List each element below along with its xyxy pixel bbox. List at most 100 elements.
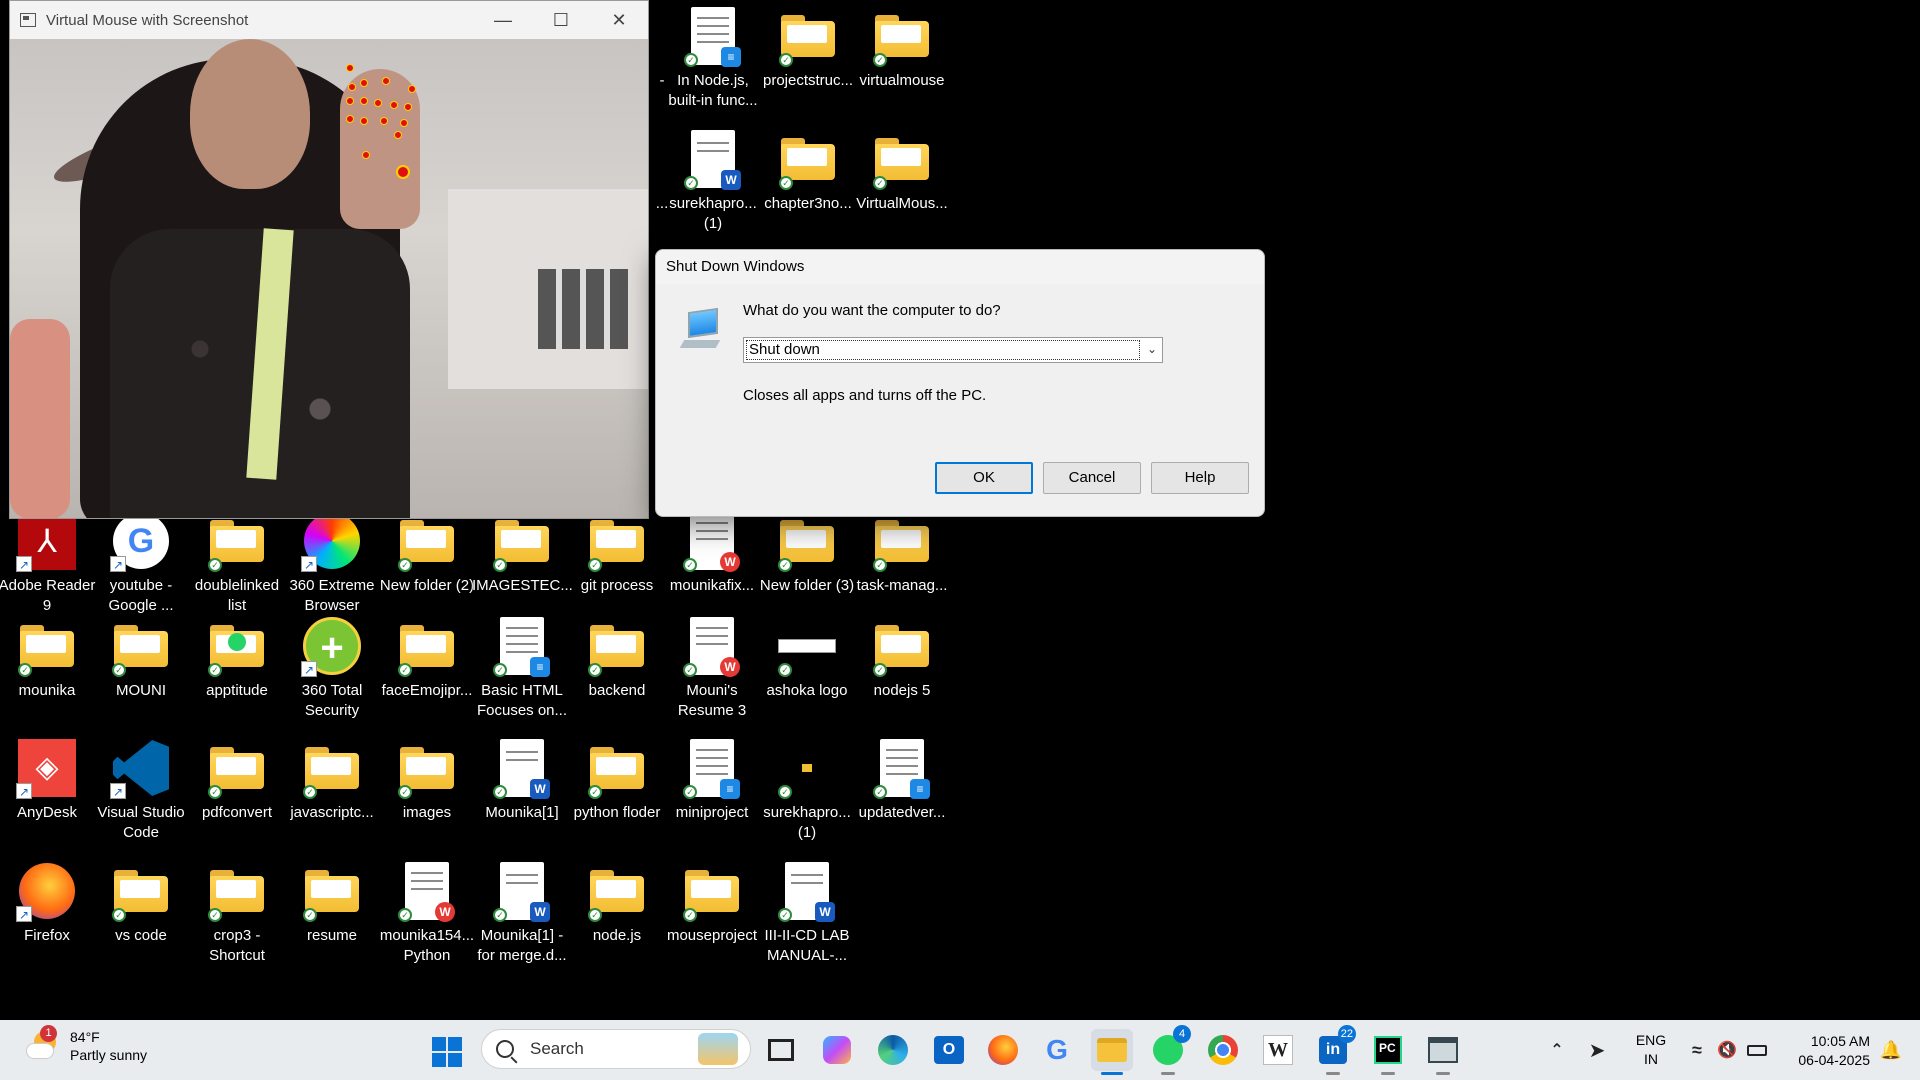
file-explorer-button[interactable] (1091, 1029, 1133, 1075)
shortcut-arrow-icon: ↗ (16, 783, 32, 799)
wikipedia-button[interactable]: W (1257, 1029, 1299, 1071)
desktop-icon-pdfconvert[interactable]: ✓ pdfconvert (190, 737, 284, 823)
desktop-icon-iii-ii-cd-lab-manual[interactable]: W ✓ III-II-CD LAB MANUAL-... (760, 860, 854, 966)
desktop-icon-label: mounikafix... (669, 577, 755, 594)
chevron-up-icon: ⌃ (1550, 1042, 1564, 1059)
search-box[interactable]: Search (481, 1029, 751, 1069)
location-button[interactable]: ➤ (1580, 1029, 1614, 1071)
desktop-icon-mouni-s-resume-3[interactable]: W ✓ Mouni's Resume 3 (665, 615, 759, 721)
landmark (382, 77, 390, 85)
desktop-icon-surekhapro-1[interactable]: W ✓ surekhapro... (1) (666, 128, 760, 234)
desktop-icon-images[interactable]: ✓ images (380, 737, 474, 823)
desktop-icon-label: javascriptc... (290, 804, 374, 821)
desktop-icon-apptitude[interactable]: ✓ apptitude (190, 615, 284, 701)
shutdown-option-select[interactable]: Shut down ⌄ (743, 337, 1163, 363)
copilot-button[interactable] (816, 1029, 858, 1071)
cancel-button[interactable]: Cancel (1043, 462, 1141, 494)
desktop-icon-doublelinked-list[interactable]: ✓ doublelinked list (190, 510, 284, 616)
desktop-icon-miniproject[interactable]: ≡ ✓ miniproject (665, 737, 759, 823)
landmark (362, 151, 370, 159)
maximize-button[interactable]: ☐ (532, 1, 590, 39)
desktop-icon-label: Mouni's Resume 3 (677, 682, 747, 719)
volume-button[interactable]: 🔇 (1710, 1029, 1744, 1071)
start-button[interactable] (432, 1037, 462, 1067)
whatsapp-button[interactable]: 4 (1147, 1025, 1191, 1075)
outlook-icon: O (934, 1036, 964, 1064)
pycharm-button[interactable]: PC (1367, 1029, 1409, 1075)
battery-button[interactable] (1740, 1029, 1774, 1071)
desktop-icon-faceemojipr[interactable]: ✓ faceEmojipr... (380, 615, 474, 701)
desktop-icon-surekhapro-1[interactable]: ✓ surekhapro... (1) (760, 737, 854, 843)
desktop-icon-projectstruc[interactable]: ✓ projectstruc... (761, 5, 855, 91)
show-hidden-icons-button[interactable]: ⌃ (1542, 1029, 1572, 1071)
desktop-icon-imagestec[interactable]: ✓ IMAGESTEC... (472, 510, 573, 596)
desktop-icon-updatedver[interactable]: ≡ ✓ updatedver... (855, 737, 949, 823)
sync-check-icon: ✓ (778, 558, 792, 572)
wikipedia-icon: W (1263, 1035, 1293, 1065)
help-button[interactable]: Help (1151, 462, 1249, 494)
desktop-icon-vs-code[interactable]: ✓ vs code (94, 860, 188, 946)
edge-button[interactable] (872, 1029, 914, 1071)
desktop-icon-youtube-google[interactable]: G ↗ youtube - Google ... (94, 510, 188, 616)
desktop-icon-new-folder-3[interactable]: ✓ New folder (3) (760, 510, 854, 596)
folder-icon: ✓ (110, 615, 172, 677)
desktop-icon-crop3-shortcut[interactable]: ✓ crop3 - Shortcut (190, 860, 284, 966)
desktop-icon-basic-html-focuses-on[interactable]: ≡ ✓ Basic HTML Focuses on... (475, 615, 569, 721)
desktop-icon-label: mounika (18, 682, 76, 699)
weather-widget[interactable]: 1 84°F Partly sunny (26, 1025, 148, 1064)
person-face (190, 39, 310, 189)
chrome-button[interactable] (1202, 1029, 1244, 1071)
wifi-button[interactable]: ≈ (1680, 1029, 1714, 1071)
desktop-icon-in-node-js-built-in-func[interactable]: ≡ ✓ In Node.js, built-in func... (666, 5, 760, 111)
desktop-icon-adobe-reader-9[interactable]: ⅄ ↗ Adobe Reader 9 (0, 510, 95, 616)
google-button[interactable]: G (1036, 1029, 1078, 1071)
desktop-icon-mounika-1[interactable]: W ✓ Mounika[1] (475, 737, 569, 823)
folder-icon: ✓ (871, 510, 933, 572)
window-titlebar[interactable]: Virtual Mouse with Screenshot — ☐ ✕ (10, 1, 648, 39)
desktop-icon-ashoka-logo[interactable]: ✓ ashoka logo (760, 615, 854, 701)
landmark (400, 119, 408, 127)
desktop-icon-anydesk[interactable]: ◈ ↗ AnyDesk (0, 737, 94, 823)
desktop-icon-node-js[interactable]: ✓ node.js (570, 860, 664, 946)
ok-button[interactable]: OK (935, 462, 1033, 494)
desktop-icon-git-process[interactable]: ✓ git process (570, 510, 664, 596)
desktop-icon-virtualmouse[interactable]: ✓ virtualmouse (855, 5, 949, 91)
desktop-icon-mouni[interactable]: ✓ MOUNI (94, 615, 188, 701)
desktop-icon-label: MOUNI (116, 682, 166, 699)
desktop-icon-javascriptc[interactable]: ✓ javascriptc... (285, 737, 379, 823)
desktop-icon-mounikafix[interactable]: W ✓ mounikafix... (665, 510, 759, 596)
weather-temp: 84°F (70, 1029, 100, 1045)
chevron-down-icon[interactable]: ⌄ (1147, 342, 1157, 356)
python-app-button[interactable] (1422, 1029, 1464, 1075)
desktop-icon-firefox[interactable]: ↗ Firefox (0, 860, 94, 946)
desktop-icon-backend[interactable]: ✓ backend (570, 615, 664, 701)
desktop-icon-new-folder-2[interactable]: ✓ New folder (2) (380, 510, 474, 596)
language-indicator[interactable]: ENG IN (1626, 1028, 1676, 1072)
close-button[interactable]: ✕ (590, 1, 648, 39)
landmark (360, 117, 368, 125)
shutdown-dialog[interactable]: Shut Down Windows What do you want the c… (655, 249, 1265, 517)
task-view-button[interactable] (760, 1029, 802, 1071)
desktop-icon-task-manag[interactable]: ✓ task-manag... (855, 510, 949, 596)
firefox-taskbar-button[interactable] (982, 1029, 1024, 1071)
desktop-icon-visual-studio-code[interactable]: ↗ Visual Studio Code (94, 737, 188, 843)
desktop-icon-resume[interactable]: ✓ resume (285, 860, 379, 946)
desktop-icon-360-extreme-browser[interactable]: ↗ 360 Extreme Browser (285, 510, 379, 616)
desktop-icon-virtualmous[interactable]: ✓ VirtualMous... (855, 128, 949, 214)
desktop-icon-mounika[interactable]: ✓ mounika (0, 615, 94, 701)
desktop-icon-mounika-1-for-merge-d[interactable]: W ✓ Mounika[1] - for merge.d... (475, 860, 569, 966)
desktop-icon-python-floder[interactable]: ✓ python floder (570, 737, 664, 823)
virtual-mouse-window[interactable]: Virtual Mouse with Screenshot — ☐ ✕ (9, 0, 649, 519)
desktop-icon-mouseproject[interactable]: ✓ mouseproject (665, 860, 759, 946)
desktop-icon-mounika154-python[interactable]: W ✓ mounika154... Python (380, 860, 474, 966)
minimize-button[interactable]: — (474, 1, 532, 39)
weather-description: Partly sunny (70, 1047, 148, 1063)
clock[interactable]: 10:05 AM 06-04-2025 (1780, 1032, 1870, 1070)
desktop-icon-nodejs-5[interactable]: ✓ nodejs 5 (855, 615, 949, 701)
outlook-button[interactable]: O (928, 1029, 970, 1071)
desktop-icon-chapter3no[interactable]: ✓ chapter3no... (761, 128, 855, 214)
linkedin-button[interactable]: in 22 (1312, 1025, 1356, 1075)
landmark (346, 115, 354, 123)
notifications-button[interactable]: 🔔 (1874, 1029, 1908, 1071)
desktop-icon-360-total-security[interactable]: + ↗ 360 Total Security (285, 615, 379, 721)
